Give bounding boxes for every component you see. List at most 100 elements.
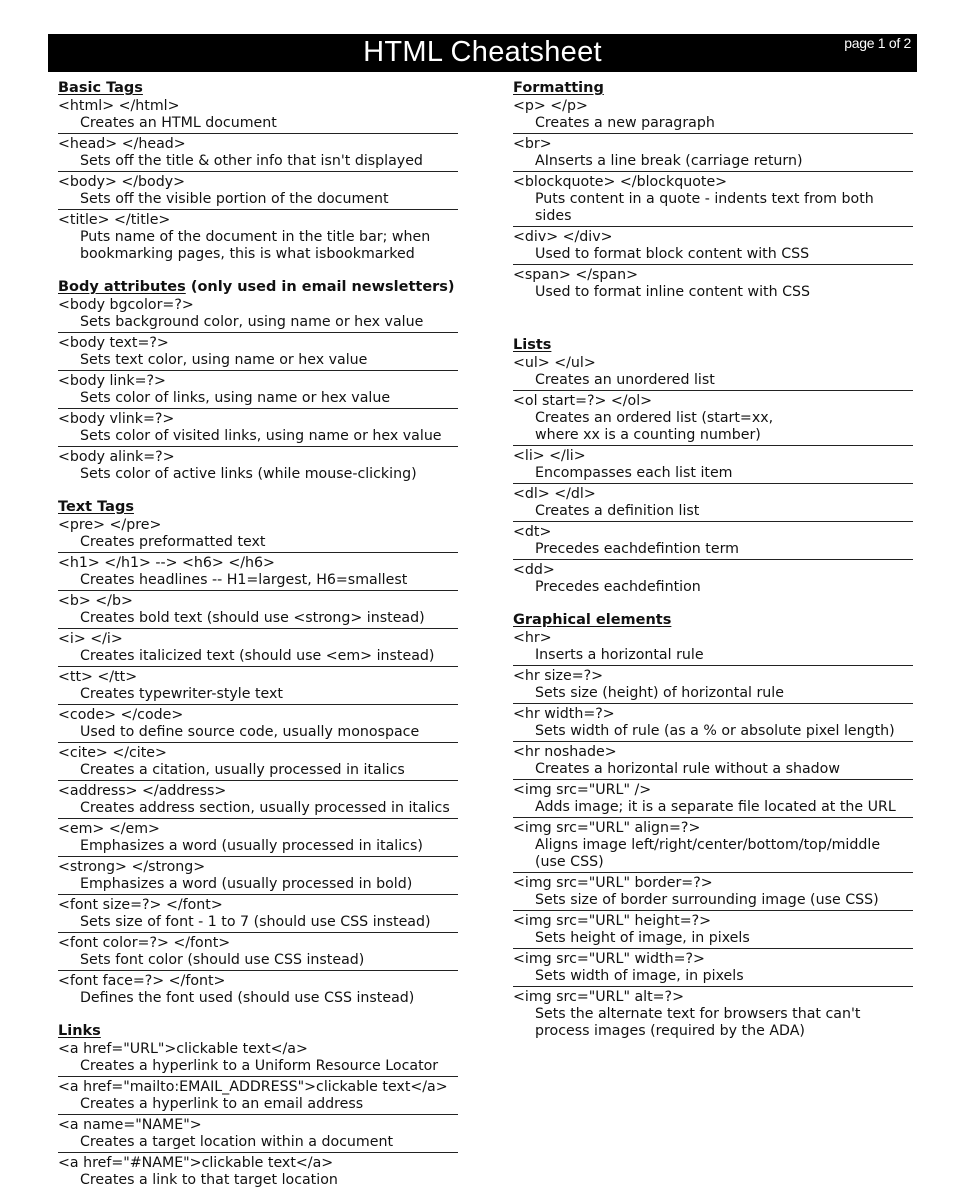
- entry-description: Creates a target location within a docum…: [80, 1134, 394, 1150]
- entry-tag: <head> </head>: [58, 136, 186, 152]
- entry-tag: <a href="mailto:EMAIL_ADDRESS">clickable…: [58, 1079, 448, 1095]
- cheatsheet-entry: <hr size=?> Sets size (height) of horizon…: [513, 667, 913, 704]
- cheatsheet-entry: <font color=?> </font> Sets font color (s…: [58, 934, 458, 971]
- cheatsheet-entry: <p> </p> Creates a new paragraph: [513, 97, 913, 134]
- entry-tag: <b> </b>: [58, 593, 133, 609]
- cheatsheet-entry: <a name="NAME"> Creates a target location…: [58, 1116, 458, 1153]
- entry-description: Sets off the visible portion of the docu…: [80, 191, 389, 207]
- entry-description: Defines the font used (should use CSS in…: [80, 990, 415, 1006]
- entry-tag: <font color=?> </font>: [58, 935, 231, 951]
- section-heading: Basic Tags: [58, 79, 458, 97]
- entry-tag: <address> </address>: [58, 783, 227, 799]
- entry-description: Creates a definition list: [535, 503, 700, 519]
- cheatsheet-entry: <body alink=?> Sets color of active links…: [58, 448, 458, 484]
- entry-description: Sets size (height) of horizontal rule: [535, 685, 784, 701]
- entry-description: Creates a hyperlink to a Uniform Resourc…: [80, 1058, 439, 1074]
- cheatsheet-entry: <em> </em> Emphasizes a word (usually pro…: [58, 820, 458, 857]
- cheatsheet-entry: <body> </body> Sets off the visible porti…: [58, 173, 458, 210]
- entry-tag: <hr noshade>: [513, 744, 617, 760]
- entry-tag: <code> </code>: [58, 707, 184, 723]
- entry-tag: <img src="URL" align=?>: [513, 820, 701, 836]
- section-heading-text: Links: [58, 1023, 101, 1039]
- cheatsheet-entry: <hr> Inserts a horizontal rule: [513, 629, 913, 666]
- entry-description: Sets width of rule (as a % or absolute p…: [535, 723, 895, 739]
- entry-description: Sets width of image, in pixels: [535, 968, 744, 984]
- entry-description: Aligns image left/right/center/bottom/to…: [535, 837, 881, 870]
- entry-tag: <dd>: [513, 562, 555, 578]
- cheatsheet-entry: <cite> </cite> Creates a citation, usuall…: [58, 744, 458, 781]
- entry-description: Creates a horizontal rule without a shad…: [535, 761, 840, 777]
- cheatsheet-entry: <body link=?> Sets color of links, using …: [58, 372, 458, 409]
- cheatsheet-entry: <address> </address> Creates address sect…: [58, 782, 458, 819]
- cheatsheet-entry: <a href="URL">clickable text</a> Creates …: [58, 1040, 458, 1077]
- cheatsheet-entry: <html> </html> Creates an HTML document: [58, 97, 458, 134]
- entry-tag: <ol start=?> </ol>: [513, 393, 653, 409]
- entry-tag: <a href="#NAME">clickable text</a>: [58, 1155, 334, 1171]
- entry-tag: <img src="URL" alt=?>: [513, 989, 684, 1005]
- section-heading: Links: [58, 1022, 458, 1040]
- cheatsheet-entry: <body vlink=?> Sets color of visited link…: [58, 410, 458, 447]
- entry-description: Puts name of the document in the title b…: [80, 229, 431, 262]
- cheatsheet-entry: <dt> Precedes eachdefintion term: [513, 523, 913, 560]
- entry-tag: <body bgcolor=?>: [58, 297, 194, 313]
- cheatsheet-entry: <tt> </tt> Creates typewriter-style text: [58, 668, 458, 705]
- section-heading: Text Tags: [58, 498, 458, 516]
- section-heading-text: Formatting: [513, 80, 604, 96]
- cheatsheet-entry: <i> </i> Creates italicized text (should …: [58, 630, 458, 667]
- entry-description: Creates bold text (should use <strong> i…: [80, 610, 425, 626]
- entry-tag: <em> </em>: [58, 821, 160, 837]
- entry-tag: <div> </div>: [513, 229, 613, 245]
- entry-description: Creates typewriter-style text: [80, 686, 283, 702]
- entry-description: AInserts a line break (carriage return): [535, 153, 803, 169]
- entry-description: Creates preformatted text: [80, 534, 266, 550]
- entry-tag: <img src="URL" width=?>: [513, 951, 705, 967]
- cheatsheet-entry: <h1> </h1> --> <h6> </h6> Creates headlin…: [58, 554, 458, 591]
- entry-description: Creates address section, usually process…: [80, 800, 450, 816]
- cheatsheet-entry: <img src="URL" height=?> Sets height of i…: [513, 912, 913, 949]
- entry-description: Sets font color (should use CSS instead): [80, 952, 365, 968]
- cheatsheet-entry: <head> </head> Sets off the title & other…: [58, 135, 458, 172]
- entry-tag: <body vlink=?>: [58, 411, 175, 427]
- entry-tag: <blockquote> </blockquote>: [513, 174, 728, 190]
- entry-description: Encompasses each list item: [535, 465, 733, 481]
- section-heading-note: (only used in email newsletters): [185, 279, 455, 295]
- entry-description: Sets color of active links (while mouse-…: [80, 466, 417, 482]
- cheatsheet-entry: <pre> </pre> Creates preformatted text: [58, 516, 458, 553]
- entry-description: Creates an ordered list (start=xx, where…: [535, 410, 774, 443]
- entry-description: Sets off the title & other info that isn…: [80, 153, 423, 169]
- entry-tag: <font size=?> </font>: [58, 897, 223, 913]
- section-heading-text: Graphical elements: [513, 612, 672, 628]
- entry-description: Sets text color, using name or hex value: [80, 352, 368, 368]
- entry-tag: <i> </i>: [58, 631, 123, 647]
- entry-tag: <span> </span>: [513, 267, 639, 283]
- section-heading: Graphical elements: [513, 611, 913, 629]
- entry-description: Creates headlines -- H1=largest, H6=smal…: [80, 572, 408, 588]
- entry-tag: <br>: [513, 136, 552, 152]
- section-heading-text: Text Tags: [58, 499, 134, 515]
- entry-description: Sets size of font - 1 to 7 (should use C…: [80, 914, 431, 930]
- cheatsheet-entry: <body text=?> Sets text color, using name…: [58, 334, 458, 371]
- section-heading-text: Lists: [513, 337, 552, 353]
- cheatsheet-entry: <ul> </ul> Creates an unordered list: [513, 354, 913, 391]
- section-heading: Lists: [513, 336, 913, 354]
- entry-tag: <hr>: [513, 630, 552, 646]
- entry-description: Inserts a horizontal rule: [535, 647, 704, 663]
- entry-tag: <a href="URL">clickable text</a>: [58, 1041, 308, 1057]
- entry-tag: <tt> </tt>: [58, 669, 138, 685]
- right-column: Formatting <p> </p> Creates a new paragrap…: [513, 79, 913, 1055]
- cheatsheet-entry: <code> </code> Used to define source code…: [58, 706, 458, 743]
- cheatsheet-entry: <a href="mailto:EMAIL_ADDRESS">clickable…: [58, 1078, 458, 1115]
- entry-description: Puts content in a quote - indents text f…: [535, 191, 874, 224]
- cheatsheet-entry: <img src="URL" border=?> Sets size of bor…: [513, 874, 913, 911]
- header-bar: HTML Cheatsheet page 1 of 2: [48, 34, 917, 72]
- cheatsheet-entry: <dl> </dl> Creates a definition list: [513, 485, 913, 522]
- section-lists: Lists <ul> </ul> Creates an unordered list…: [513, 336, 913, 597]
- entry-description: Creates italicized text (should use <em>…: [80, 648, 435, 664]
- cheatsheet-entry: <ol start=?> </ol> Creates an ordered lis…: [513, 392, 913, 446]
- section-basic-tags: Basic Tags <html> </html> Creates an HTML …: [58, 79, 458, 264]
- section-heading: Formatting: [513, 79, 913, 97]
- entry-description: Emphasizes a word (usually processed in …: [80, 876, 413, 892]
- entry-description: Adds image; it is a separate file locate…: [535, 799, 896, 815]
- entry-tag: <p> </p>: [513, 98, 588, 114]
- entry-tag: <html> </html>: [58, 98, 180, 114]
